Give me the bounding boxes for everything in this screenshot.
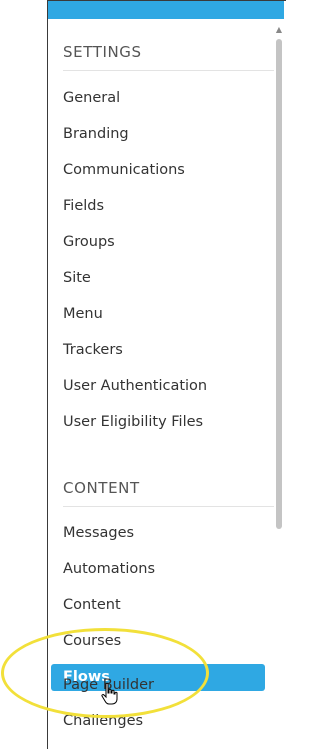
sidebar-item-groups[interactable]: Groups bbox=[63, 234, 115, 250]
sidebar-item-user-authentication[interactable]: User Authentication bbox=[63, 378, 207, 394]
sidebar-item-site[interactable]: Site bbox=[63, 270, 91, 286]
sidebar-item-automations[interactable]: Automations bbox=[63, 561, 155, 577]
sidebar-top-bar bbox=[48, 1, 284, 19]
sidebar-item-trackers[interactable]: Trackers bbox=[63, 342, 123, 358]
sidebar-item-menu[interactable]: Menu bbox=[63, 306, 103, 322]
settings-divider bbox=[63, 70, 280, 71]
sidebar-item-user-eligibility-files[interactable]: User Eligibility Files bbox=[63, 414, 203, 430]
content-divider bbox=[63, 506, 280, 507]
scroll-up-arrow-icon[interactable]: ▲ bbox=[274, 25, 284, 35]
sidebar-item-general[interactable]: General bbox=[63, 90, 120, 106]
settings-section-title: SETTINGS bbox=[63, 43, 142, 61]
scrollbar-thumb[interactable] bbox=[276, 39, 282, 529]
hand-pointer-icon bbox=[101, 682, 118, 705]
sidebar-item-messages[interactable]: Messages bbox=[63, 525, 134, 541]
sidebar-item-branding[interactable]: Branding bbox=[63, 126, 129, 142]
sidebar-item-communications[interactable]: Communications bbox=[63, 162, 185, 178]
sidebar-item-fields[interactable]: Fields bbox=[63, 198, 104, 214]
sidebar-item-content[interactable]: Content bbox=[63, 597, 121, 613]
content-section-title: CONTENT bbox=[63, 479, 140, 497]
vertical-scrollbar[interactable]: ▲ bbox=[274, 21, 284, 749]
